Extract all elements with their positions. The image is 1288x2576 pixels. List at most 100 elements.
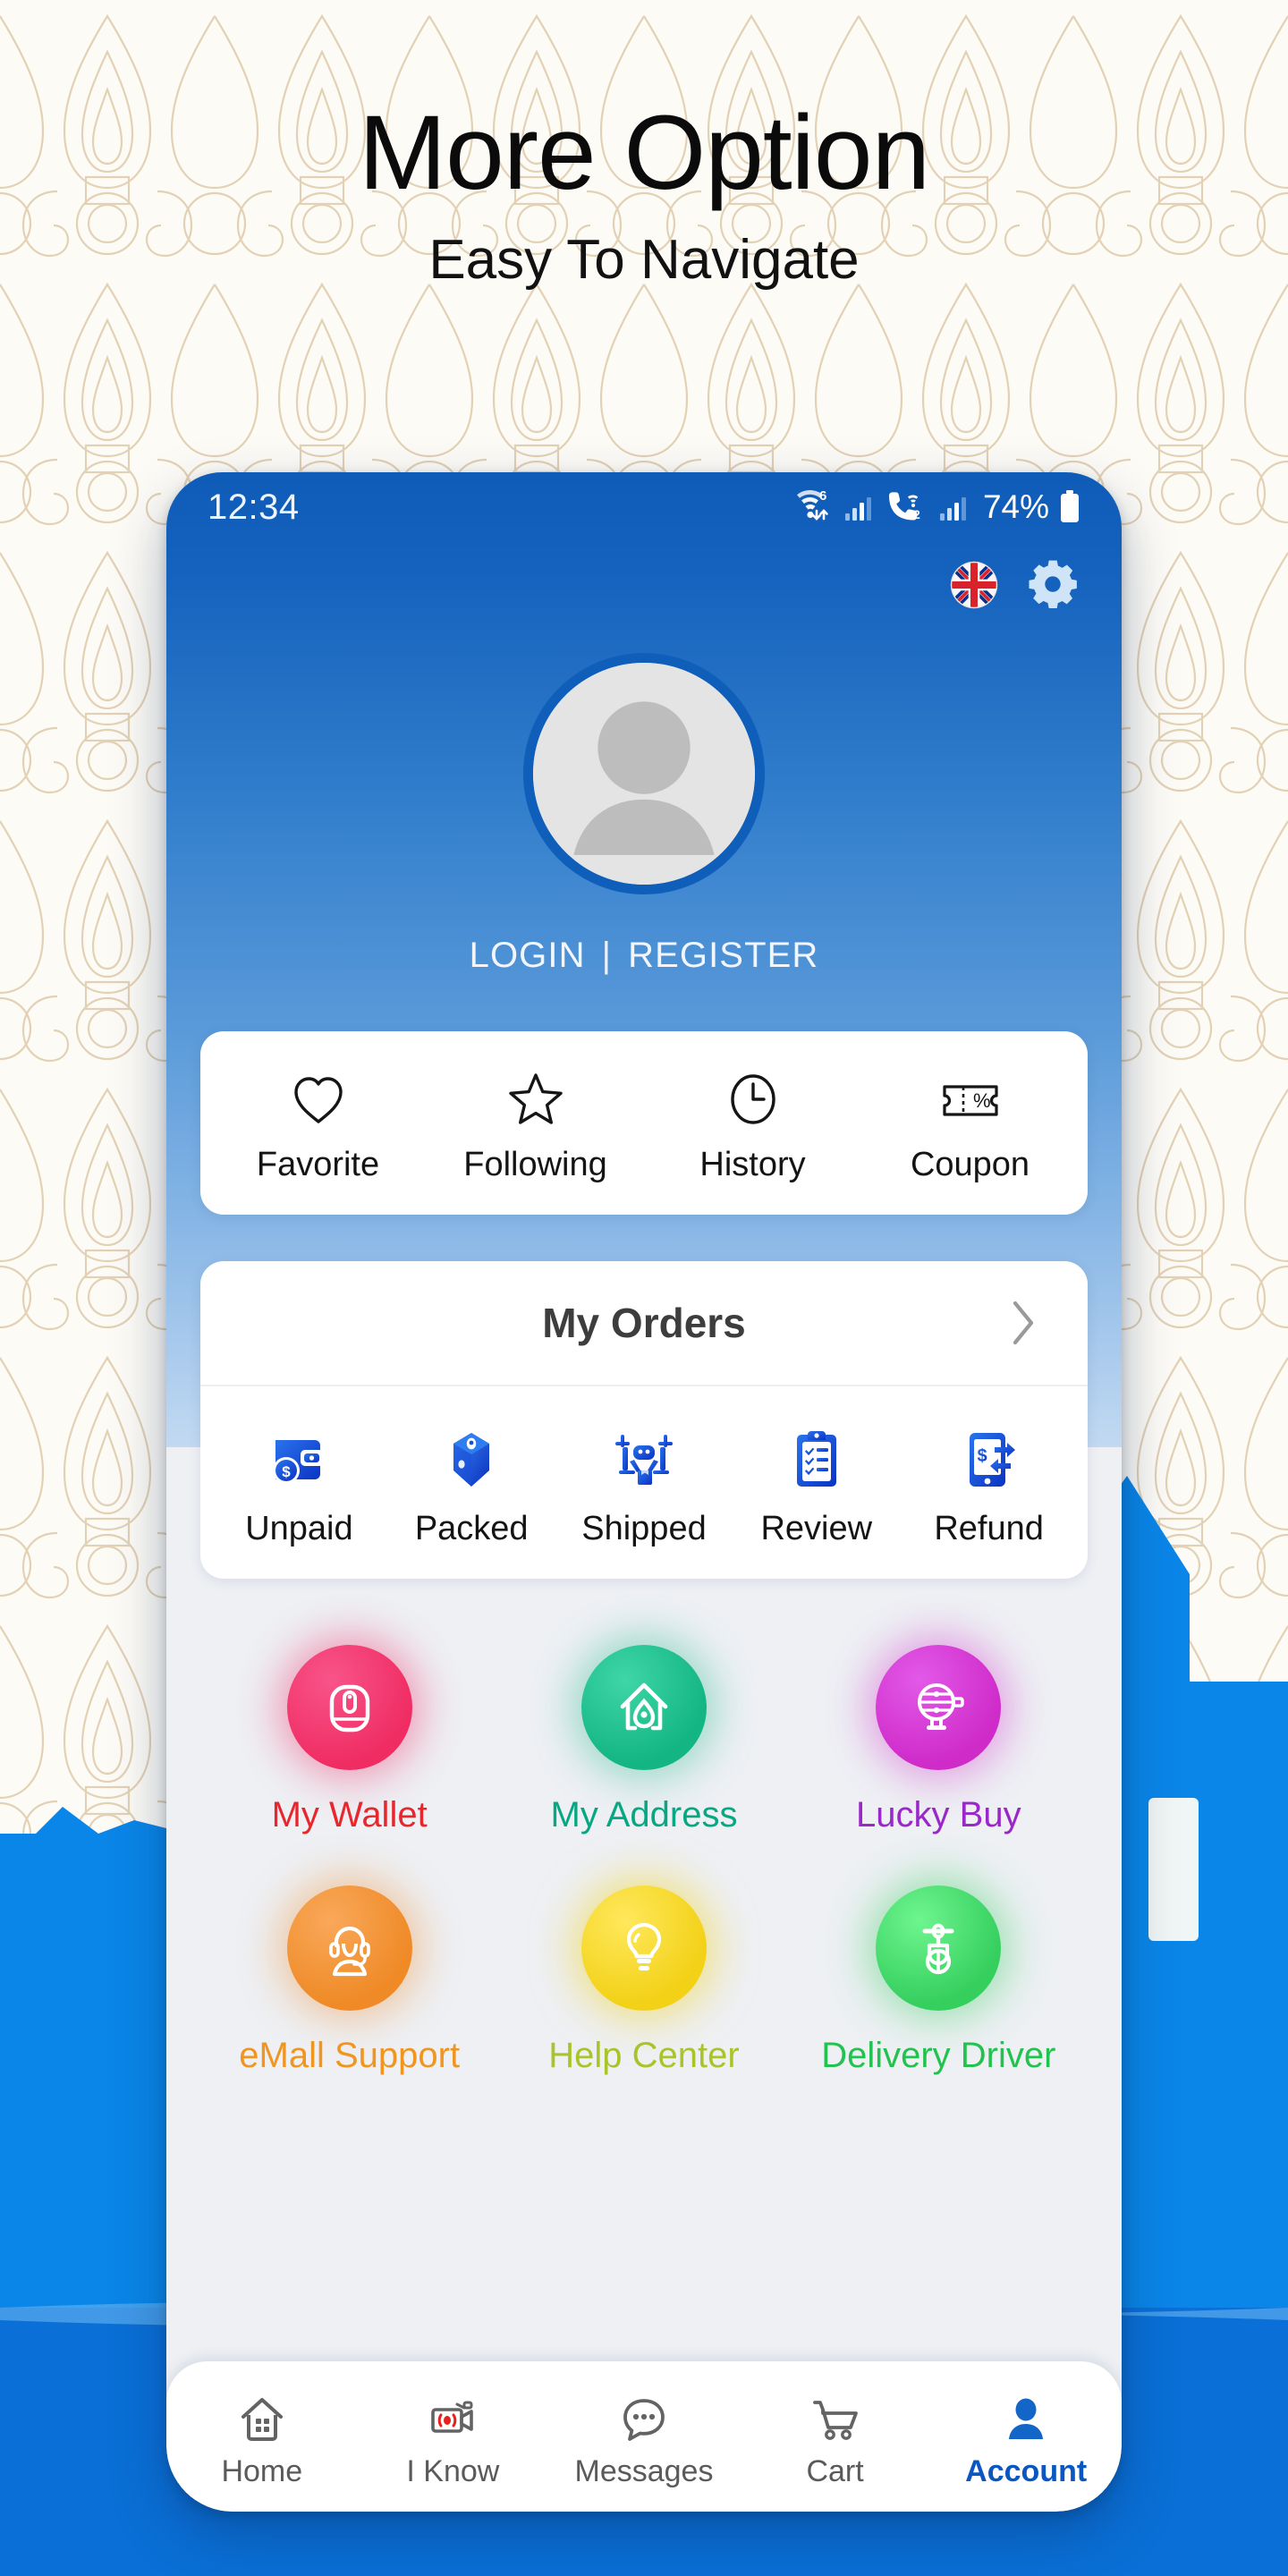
bottom-navigation: Home I Know Messages Cart Account — [166, 2361, 1122, 2512]
login-link[interactable]: LOGIN — [470, 936, 586, 976]
shortcut-label: Delivery Driver — [821, 2036, 1056, 2075]
battery-percent: 74% — [982, 488, 1049, 525]
shortcut-label: Help Center — [548, 2036, 740, 2075]
headset-agent-icon — [328, 1926, 370, 1977]
wifi-calling-icon: 2 — [888, 492, 920, 521]
app-screen: 12:34 6 2 74% LOGIN | REGISTER Favorite … — [166, 472, 1122, 2512]
wifi-6-icon: 6 — [796, 488, 828, 521]
home-pin-icon — [620, 1682, 668, 1731]
account-header: LOGIN | REGISTER — [166, 628, 1122, 976]
shortcut-bubble — [286, 1645, 412, 1770]
nav-label: Cart — [806, 2453, 864, 2488]
my-orders-title: My Orders — [542, 1300, 746, 1346]
lightbulb-icon — [626, 1922, 662, 1970]
delivery-drone-icon — [614, 1435, 673, 1485]
wallet-mouse-icon — [329, 1684, 369, 1733]
nav-item-messages[interactable]: Messages — [548, 2385, 740, 2489]
shortcut-emall-support[interactable]: eMall Support — [202, 1885, 496, 2076]
coupon-percent-icon: % — [942, 1085, 998, 1116]
register-link[interactable]: REGISTER — [628, 936, 818, 976]
my-orders-header[interactable]: My Orders — [200, 1261, 1088, 1386]
quick-actions-row: Favorite Following History % Coupon — [209, 1071, 1079, 1184]
quick-action-label: Favorite — [256, 1146, 380, 1183]
default-user-avatar — [533, 663, 755, 885]
svg-text:6: 6 — [819, 488, 826, 504]
shortcut-help-center[interactable]: Help Center — [496, 1885, 791, 2076]
shortcut-grid: My Wallet My Address Lucky Buy eMall Sup… — [166, 1579, 1122, 2076]
shortcut-bubble — [286, 1885, 412, 2011]
live-video-icon — [431, 2401, 474, 2433]
chat-bubble-icon — [623, 2398, 665, 2441]
quick-actions-card: Favorite Following History % Coupon — [200, 1031, 1088, 1215]
status-time: 12:34 — [208, 487, 300, 527]
shortcut-label: My Wallet — [271, 1795, 428, 1835]
order-status-label: Refund — [934, 1510, 1044, 1547]
order-status-label: Review — [760, 1510, 873, 1547]
phone-mockup: 12:34 6 2 74% LOGIN | REGISTER Favorite … — [166, 472, 1122, 2512]
promo-header: More Option Easy To Navigate — [0, 0, 1288, 288]
heart-icon — [293, 1077, 343, 1123]
quick-action-favorite[interactable]: Favorite — [209, 1071, 427, 1184]
shortcut-lucky-buy[interactable]: Lucky Buy — [792, 1645, 1086, 1835]
order-status-label: Packed — [414, 1510, 529, 1547]
quick-action-history[interactable]: History — [644, 1071, 861, 1184]
shortcut-my-wallet[interactable]: My Wallet — [202, 1645, 496, 1835]
lucky-wheel-icon — [918, 1683, 965, 1730]
login-register: LOGIN | REGISTER — [166, 936, 1122, 976]
uk-flag-icon[interactable] — [950, 561, 998, 609]
shortcut-bubble — [876, 1645, 1002, 1770]
svg-text:2: 2 — [913, 507, 920, 521]
order-status-unpaid[interactable]: $ Unpaid — [213, 1426, 386, 1548]
promo-title: More Option — [358, 94, 930, 212]
avatar[interactable] — [523, 653, 765, 894]
package-box-icon — [453, 1433, 490, 1487]
home-icon — [241, 2397, 283, 2441]
shortcut-bubble — [876, 1885, 1002, 2011]
signal-bars-icon — [939, 497, 966, 521]
shortcut-delivery-driver[interactable]: Delivery Driver — [792, 1885, 1086, 2076]
shortcut-row-2: eMall Support Help Center Delivery Drive… — [202, 1885, 1086, 2076]
status-bar: 12:34 6 2 74% — [166, 472, 1122, 542]
nav-label: Account — [965, 2453, 1088, 2488]
shortcut-label: eMall Support — [239, 2036, 461, 2075]
quick-action-coupon[interactable]: % Coupon — [861, 1071, 1079, 1184]
shortcut-label: My Address — [550, 1795, 738, 1835]
nav-item-home[interactable]: Home — [166, 2385, 358, 2489]
battery-icon — [1061, 490, 1079, 522]
svg-text:%: % — [973, 1089, 991, 1112]
nav-item-account[interactable]: Account — [930, 2385, 1122, 2489]
cart-icon — [812, 2400, 858, 2440]
svg-text:$: $ — [977, 1446, 987, 1466]
order-status-label: Unpaid — [245, 1510, 353, 1547]
shortcut-row-1: My Wallet My Address Lucky Buy — [202, 1645, 1086, 1835]
nav-label: Messages — [574, 2453, 714, 2488]
wallet-dollar-icon: $ — [273, 1440, 325, 1484]
nav-item-cart[interactable]: Cart — [740, 2385, 931, 2489]
promo-subtitle: Easy To Navigate — [428, 229, 860, 291]
shortcut-bubble — [580, 1645, 707, 1770]
gear-icon[interactable] — [1027, 559, 1079, 611]
quick-action-label: Coupon — [910, 1146, 1030, 1183]
order-status-refund[interactable]: $ Refund — [902, 1426, 1075, 1548]
svg-text:$: $ — [283, 1463, 292, 1480]
quick-action-label: History — [699, 1146, 806, 1183]
nav-item-i-know[interactable]: I Know — [358, 2385, 549, 2489]
shortcut-my-address[interactable]: My Address — [496, 1645, 791, 1835]
signal-bars-icon — [844, 497, 871, 521]
quick-action-label: Following — [463, 1146, 607, 1183]
status-icons: 6 2 74% — [787, 487, 1080, 527]
star-icon — [508, 1073, 563, 1124]
phone-refund-icon: $ — [969, 1433, 1015, 1487]
order-status-packed[interactable]: Packed — [386, 1426, 558, 1548]
scooter-icon — [922, 1923, 954, 1975]
order-status-review[interactable]: Review — [730, 1426, 902, 1548]
nav-label: I Know — [406, 2453, 500, 2488]
my-orders-statuses: $ Unpaid Packed Shipped Review $ Refund — [200, 1386, 1088, 1579]
clipboard-check-icon — [796, 1431, 836, 1487]
quick-action-following[interactable]: Following — [427, 1071, 644, 1184]
nav-label: Home — [221, 2453, 303, 2488]
chevron-right-icon[interactable] — [1009, 1298, 1038, 1348]
user-icon — [1009, 2398, 1044, 2439]
order-status-shipped[interactable]: Shipped — [558, 1426, 731, 1548]
my-orders-card: My Orders $ Unpaid Packed Shipped Review… — [200, 1261, 1088, 1579]
